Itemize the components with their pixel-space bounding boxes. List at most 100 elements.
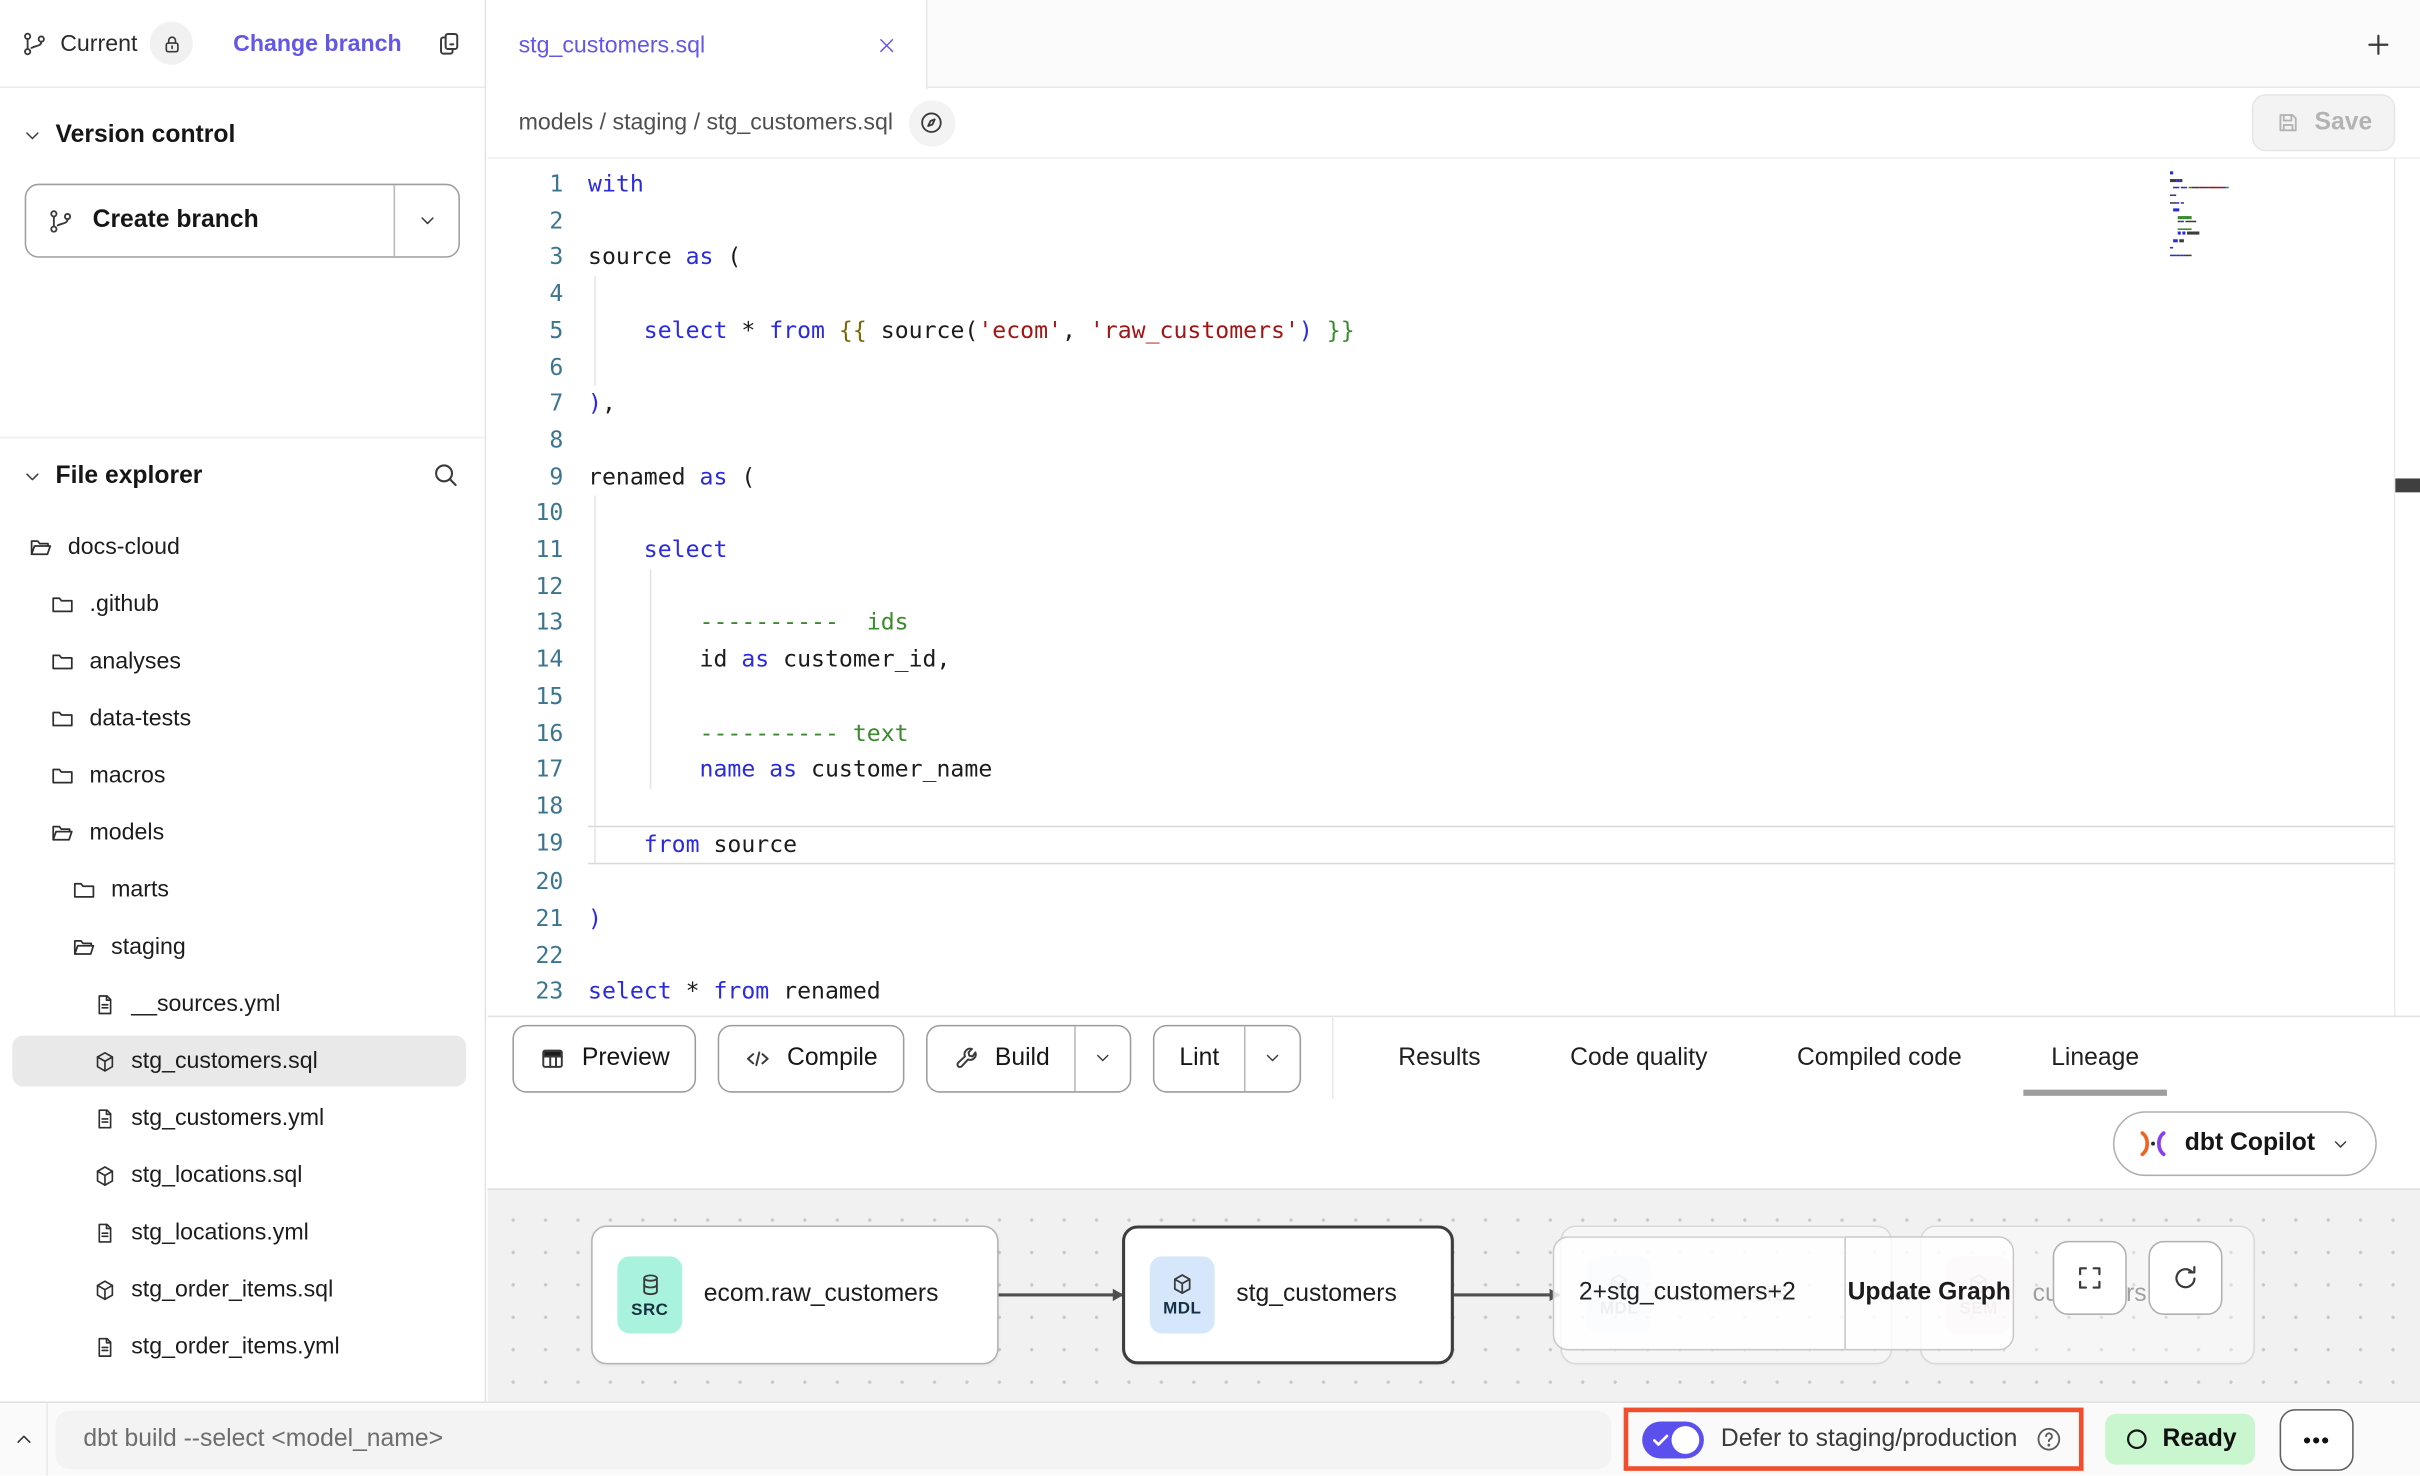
code-line-13[interactable]: 13 ---------- ids [488, 606, 2420, 643]
compile-button[interactable]: Compile [718, 1024, 904, 1092]
preview-button[interactable]: Preview [512, 1024, 696, 1092]
defer-toggle[interactable] [1642, 1421, 1704, 1458]
code-line-6[interactable]: 6 [488, 350, 2420, 387]
version-control-header[interactable]: Version control [0, 88, 485, 156]
scrollbar-thumb[interactable] [2395, 478, 2420, 492]
tree-item-label: staging [111, 934, 186, 960]
code-line-22[interactable]: 22 [488, 938, 2420, 975]
code-line-17[interactable]: 17 name as customer_name [488, 752, 2420, 789]
code-line-12[interactable]: 12 [488, 569, 2420, 606]
search-icon[interactable] [431, 460, 460, 489]
node-badge-src: SRC [617, 1256, 682, 1333]
lineage-node-ecom-raw-customers[interactable]: SRCecom.raw_customers [591, 1225, 998, 1364]
tree-item-stg-locations-yml[interactable]: stg_locations.yml [0, 1204, 485, 1261]
code-line-8[interactable]: 8 [488, 423, 2420, 460]
fullscreen-button[interactable] [2053, 1241, 2127, 1315]
code-line-21[interactable]: 21) [488, 901, 2420, 938]
code-line-content: ) [588, 901, 2395, 938]
file-explorer-header[interactable]: File explorer [0, 437, 485, 497]
code-lines[interactable]: 1with2 3source as (4 5 select * from {{ … [488, 159, 2420, 1011]
tree-item-models[interactable]: models [0, 804, 485, 861]
tab-stg-customers-sql[interactable]: stg_customers.sql [488, 0, 928, 90]
code-line-7[interactable]: 7), [488, 386, 2420, 423]
tree-item-stg-customers-sql[interactable]: stg_customers.sql [0, 1033, 485, 1090]
code-line-2[interactable]: 2 [488, 203, 2420, 240]
line-number: 12 [488, 569, 564, 606]
code-line-15[interactable]: 15 [488, 679, 2420, 716]
compile-label: Compile [787, 1044, 878, 1072]
editor-toolbar: Preview Compile Build [488, 1016, 2420, 1099]
tree-item-stg-locations-sql[interactable]: stg_locations.sql [0, 1147, 485, 1204]
tree-item-staging[interactable]: staging [0, 918, 485, 975]
save-button[interactable]: Save [2251, 94, 2395, 151]
tab-code-quality[interactable]: Code quality [1570, 1017, 1707, 1099]
build-split-button[interactable]: Build [925, 1024, 1131, 1092]
tree-item-data-tests[interactable]: data-tests [0, 690, 485, 747]
file-actions-pill[interactable] [908, 100, 954, 146]
tree-item-stg-order-items-yml[interactable]: stg_order_items.yml [0, 1318, 485, 1375]
status-bar: dbt build --select <model_name> Defer to… [0, 1401, 2420, 1475]
code-line-10[interactable]: 10 [488, 496, 2420, 533]
change-branch-link[interactable]: Change branch [233, 30, 402, 56]
create-branch-dropdown[interactable] [394, 185, 459, 256]
tree-item-stg-customers-yml[interactable]: stg_customers.yml [0, 1090, 485, 1147]
more-options-button[interactable]: ••• [2280, 1408, 2354, 1470]
tree-item-macros[interactable]: macros [0, 747, 485, 804]
code-line-1[interactable]: 1with [488, 167, 2420, 204]
new-tab-button[interactable] [2355, 22, 2401, 68]
tree-item-analyses[interactable]: analyses [0, 633, 485, 690]
refresh-button[interactable] [2148, 1241, 2222, 1315]
line-number: 13 [488, 606, 564, 643]
dbt-cloud-ide: Current Change branch Version control [0, 0, 2420, 1475]
code-line-9[interactable]: 9renamed as ( [488, 459, 2420, 496]
code-line-content: id as customer_id, [588, 642, 2395, 679]
tree-item-label: __sources.yml [131, 991, 280, 1017]
tree-item--github[interactable]: .github [0, 576, 485, 633]
code-line-16[interactable]: 16 ---------- text [488, 715, 2420, 752]
tab-results[interactable]: Results [1398, 1017, 1480, 1099]
help-icon[interactable] [2034, 1425, 2063, 1454]
code-line-content: name as customer_name [588, 752, 2395, 789]
code-line-14[interactable]: 14 id as customer_id, [488, 642, 2420, 679]
plus-icon [2363, 29, 2394, 60]
folder-icon [49, 591, 75, 617]
create-branch-button[interactable]: Create branch [25, 184, 460, 258]
folder-open-icon [71, 934, 97, 960]
folder-icon [49, 648, 75, 674]
expand-command-bar-button[interactable] [0, 1403, 48, 1476]
code-line-content: with [588, 167, 2395, 204]
lint-split-button[interactable]: Lint [1153, 1024, 1301, 1092]
update-graph-button[interactable]: Update Graph [1844, 1236, 2014, 1350]
code-line-3[interactable]: 3source as ( [488, 240, 2420, 277]
code-line-18[interactable]: 18 [488, 789, 2420, 826]
cube-icon [93, 1277, 118, 1302]
lineage-node-stg-customers[interactable]: MDLstg_customers [1122, 1225, 1454, 1364]
tree-item-marts[interactable]: marts [0, 861, 485, 918]
current-branch-label: Current [60, 30, 137, 56]
minimap[interactable] [2170, 171, 2312, 258]
tree-item-label: stg_order_items.yml [131, 1333, 339, 1359]
code-line-4[interactable]: 4 [488, 276, 2420, 313]
tree-item--sources-yml[interactable]: __sources.yml [0, 975, 485, 1032]
dbt-copilot-button[interactable]: dbt Copilot [2112, 1111, 2377, 1176]
lineage-selector-input[interactable]: 2+stg_customers+2 [1553, 1236, 1845, 1350]
code-line-11[interactable]: 11 select [488, 533, 2420, 570]
status-badge: Ready [2105, 1414, 2255, 1465]
code-line-23[interactable]: 23select * from renamed [488, 975, 2420, 1012]
line-number: 3 [488, 240, 564, 277]
build-dropdown[interactable] [1074, 1026, 1130, 1091]
tree-item-label: stg_customers.yml [131, 1105, 324, 1131]
code-editor[interactable]: 1with2 3source as (4 5 select * from {{ … [488, 159, 2420, 1016]
copy-icon[interactable] [435, 29, 463, 57]
tab-compiled-code[interactable]: Compiled code [1797, 1017, 1962, 1099]
tab-lineage[interactable]: Lineage [2051, 1017, 2139, 1099]
close-icon[interactable] [875, 33, 898, 56]
tree-item-docs-cloud[interactable]: docs-cloud [0, 519, 485, 576]
code-line-5[interactable]: 5 select * from {{ source('ecom', 'raw_c… [488, 313, 2420, 350]
tree-item-stg-order-items-sql[interactable]: stg_order_items.sql [0, 1261, 485, 1318]
code-line-19[interactable]: 19 from source [488, 825, 2420, 865]
lineage-graph[interactable]: SRCecom.raw_customers MDLstg_customers M… [488, 1188, 2420, 1401]
command-input[interactable]: dbt build --select <model_name> [56, 1410, 1612, 1469]
lint-dropdown[interactable] [1244, 1026, 1300, 1091]
code-line-20[interactable]: 20 [488, 865, 2420, 902]
